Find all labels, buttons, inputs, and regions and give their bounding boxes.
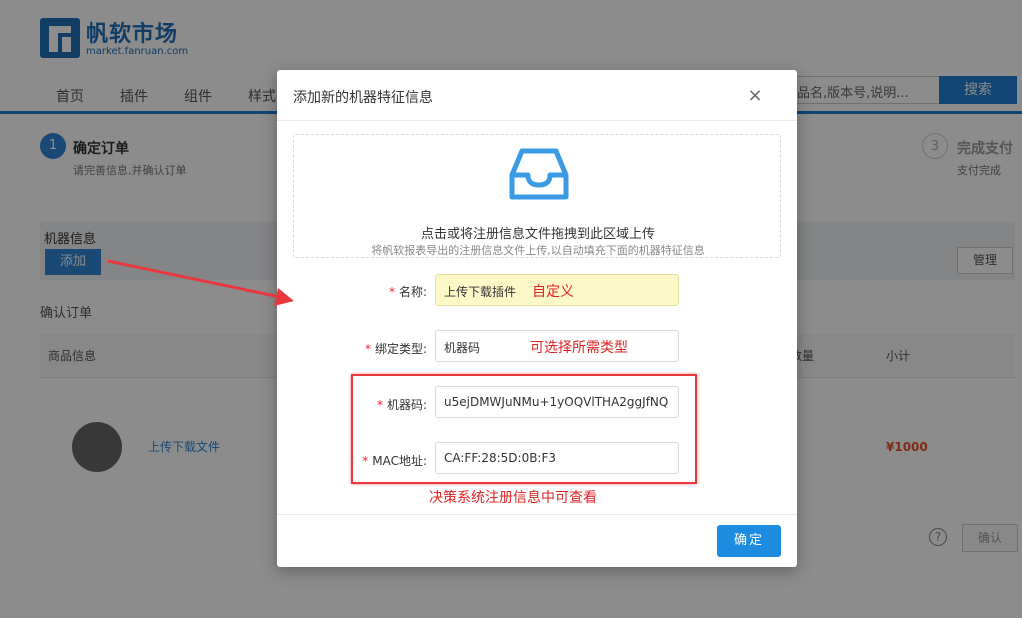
ok-button[interactable]: 确定: [717, 525, 781, 557]
close-icon[interactable]: ×: [745, 86, 765, 106]
inbox-icon: [509, 148, 569, 200]
footer-divider: [277, 514, 797, 515]
upload-dropzone[interactable]: 点击或将注册信息文件拖拽到此区域上传 将帆软报表导出的注册信息文件上传,以自动填…: [293, 134, 781, 258]
name-label: * 名称:: [388, 285, 427, 299]
annotation-select-type: 可选择所需类型: [530, 340, 628, 356]
bind-type-value: 机器码: [444, 341, 481, 355]
required-mark: *: [388, 285, 395, 299]
dialog-title: 添加新的机器特征信息: [293, 90, 433, 106]
header-divider: [277, 120, 797, 121]
upload-hint-text: 将帆软报表导出的注册信息文件上传,以自动填充下面的机器特征信息: [371, 244, 705, 257]
annotation-viewable: 决策系统注册信息中可查看: [429, 490, 597, 506]
annotation-highlight-box: [351, 374, 697, 484]
add-machine-dialog: 添加新的机器特征信息 × 点击或将注册信息文件拖拽到此区域上传 将帆软报表导出的…: [277, 70, 797, 567]
upload-main-text: 点击或将注册信息文件拖拽到此区域上传: [420, 227, 655, 242]
required-mark: *: [364, 342, 371, 356]
annotation-custom: 自定义: [532, 284, 574, 300]
bind-type-label: * 绑定类型:: [364, 342, 427, 356]
